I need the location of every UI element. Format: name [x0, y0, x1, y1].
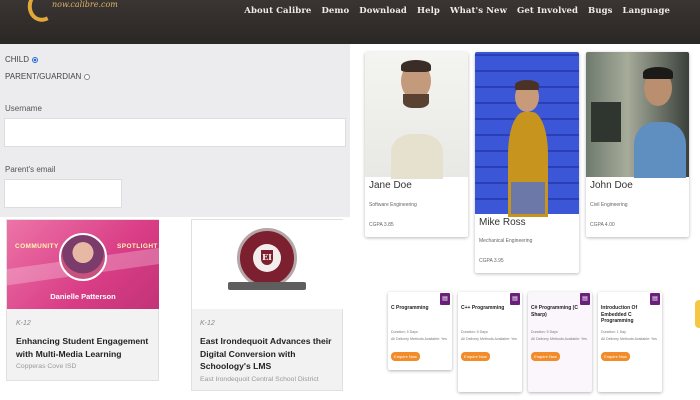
spotlight-name: Danielle Patterson — [50, 292, 116, 301]
course-certificate-icon: ▤ — [440, 293, 450, 305]
course-duration: Duration: 5 Days — [531, 330, 558, 334]
side-tab[interactable] — [695, 300, 700, 328]
enquire-now-button[interactable]: Enquire Now — [601, 352, 630, 361]
course-delivery: All Delivery Methods Available: Yes — [531, 337, 587, 341]
enquire-now-button[interactable]: Enquire Now — [461, 352, 490, 361]
parent-email-label: Parent's email — [5, 165, 56, 174]
school-seal-icon: EI — [237, 228, 297, 288]
profile-gpa: CGPA 3.95 — [479, 258, 504, 264]
course-title: Introduction Of Embedded C Programming — [601, 305, 638, 324]
parent-radio[interactable] — [84, 73, 91, 80]
course-title: C++ Programming — [461, 305, 505, 311]
course-card[interactable]: ▤ C# Programming (C Sharp) Duration: 5 D… — [528, 292, 592, 392]
course-delivery: All Delivery Methods Available: Yes — [601, 337, 657, 341]
profile-card[interactable]: Mike Ross Mechanical Engineering CGPA 3.… — [475, 52, 579, 273]
nav-demo[interactable]: Demo — [321, 6, 349, 16]
course-certificate-icon: ▤ — [580, 293, 590, 305]
username-label: Username — [5, 104, 42, 113]
nav-help[interactable]: Help — [417, 6, 440, 16]
course-duration: Duration: 5 Days — [391, 330, 418, 334]
child-label: CHILD — [5, 55, 30, 64]
child-option[interactable]: CHILD — [5, 55, 39, 64]
course-certificate-icon: ▤ — [650, 293, 660, 305]
spotlight-banner: COMMUNITY SPOTLIGHT Danielle Patterson — [7, 220, 159, 309]
card-title[interactable]: East Irondequoit Advances their Digital … — [200, 335, 340, 373]
nav-bugs[interactable]: Bugs — [588, 6, 613, 16]
profile-gpa: CGPA 3.85 — [369, 222, 394, 228]
nav-get-involved[interactable]: Get Involved — [517, 6, 578, 16]
nav-about-calibre[interactable]: About Calibre — [244, 6, 311, 16]
enquire-now-button[interactable]: Enquire Now — [391, 352, 420, 361]
nav-whats-new[interactable]: What's New — [450, 6, 507, 16]
course-delivery: All Delivery Methods Available: Yes — [461, 337, 517, 341]
school-banner: EI — [192, 220, 343, 309]
card-subtitle: East Irondequoit Central School District — [200, 376, 319, 383]
seal-letters: EI — [261, 250, 273, 265]
profile-card[interactable]: John Doe Civil Engineering CGPA 4.00 — [586, 52, 689, 237]
profile-role: Civil Engineering — [590, 202, 628, 208]
card-subtitle: Copperas Cove ISD — [16, 363, 77, 370]
course-delivery: All Delivery Methods Available: Yes — [391, 337, 447, 341]
card-title[interactable]: Enhancing Student Engagement with Multi-… — [16, 335, 156, 360]
course-title: C# Programming (C Sharp) — [531, 305, 578, 318]
course-duration: Duration: 5 Days — [461, 330, 488, 334]
nav-download[interactable]: Download — [359, 6, 407, 16]
card-category: K-12 — [16, 320, 31, 327]
community-tag: COMMUNITY — [15, 243, 59, 250]
card-category: K-12 — [200, 320, 215, 327]
parent-option[interactable]: PARENT/GUARDIAN — [5, 72, 91, 81]
top-nav-bar: now.calibre.com About Calibre Demo Downl… — [0, 0, 700, 44]
profile-name: John Doe — [590, 180, 633, 191]
course-certificate-icon: ▤ — [510, 293, 520, 305]
course-title: C Programming — [391, 305, 429, 311]
child-radio[interactable] — [32, 56, 39, 63]
profile-gpa: CGPA 4.00 — [590, 222, 615, 228]
registration-form: CHILD PARENT/GUARDIAN Username Parent's … — [0, 44, 350, 217]
community-card[interactable]: COMMUNITY SPOTLIGHT Danielle Patterson K… — [6, 219, 159, 381]
profile-card[interactable]: Jane Doe Software Engineering CGPA 3.85 — [365, 52, 468, 237]
profile-role: Software Engineering — [369, 202, 417, 208]
logo-text[interactable]: now.calibre.com — [52, 0, 118, 9]
course-card[interactable]: ▤ C++ Programming Duration: 5 Days All D… — [458, 292, 522, 392]
page: now.calibre.com About Calibre Demo Downl… — [0, 0, 700, 400]
parent-label: PARENT/GUARDIAN — [5, 72, 82, 81]
avatar — [59, 233, 107, 281]
seal-ribbon — [228, 282, 306, 290]
parent-email-input[interactable] — [4, 179, 122, 208]
spotlight-tag: SPOTLIGHT — [117, 243, 158, 250]
community-card[interactable]: EI K-12 East Irondequoit Advances their … — [191, 219, 343, 391]
profile-photo — [586, 52, 689, 178]
profile-role: Mechanical Engineering — [479, 238, 533, 244]
profile-name: Mike Ross — [479, 217, 526, 228]
profile-photo — [365, 52, 468, 179]
username-input[interactable] — [4, 118, 346, 147]
course-card[interactable]: ▤ C Programming Duration: 5 Days All Del… — [388, 292, 452, 370]
course-card[interactable]: ▤ Introduction Of Embedded C Programming… — [598, 292, 662, 392]
course-duration: Duration: 1 Day — [601, 330, 626, 334]
nav-language[interactable]: Language — [623, 6, 670, 16]
profile-photo — [475, 52, 579, 217]
enquire-now-button[interactable]: Enquire Now — [531, 352, 560, 361]
profile-name: Jane Doe — [369, 180, 412, 191]
main-nav: About Calibre Demo Download Help What's … — [244, 6, 670, 16]
